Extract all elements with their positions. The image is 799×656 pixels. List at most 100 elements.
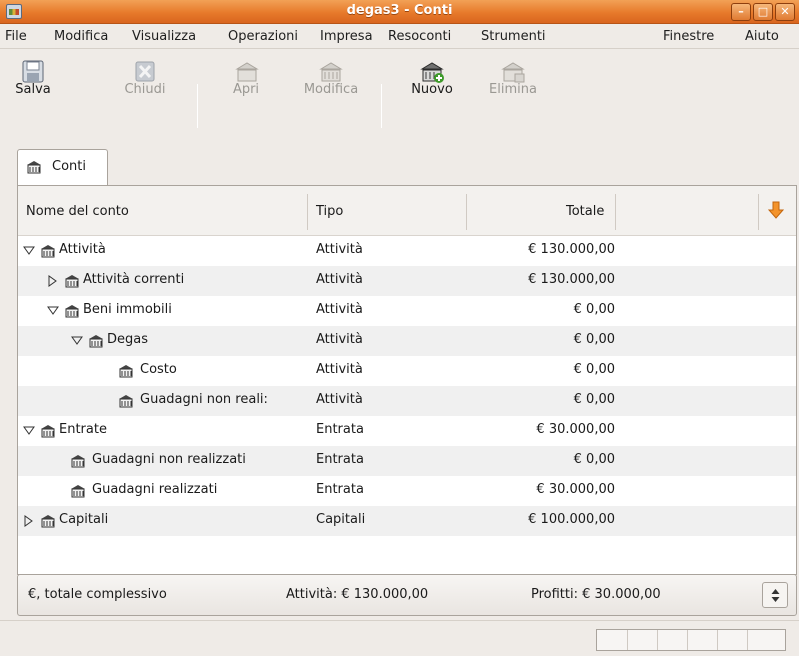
- account-name: Capitali: [59, 512, 109, 527]
- summary-assets: Attività: € 130.000,00: [286, 587, 429, 602]
- account-type: Entrata: [316, 452, 364, 467]
- menu-file[interactable]: File: [5, 29, 27, 44]
- account-icon: [89, 335, 103, 348]
- account-icon: [65, 305, 79, 318]
- account-total: € 100.000,00: [528, 512, 615, 527]
- account-type: Attività: [316, 272, 363, 287]
- account-total: € 130.000,00: [528, 242, 615, 257]
- account-name: Guadagni realizzati: [92, 482, 218, 497]
- account-icon: [65, 275, 79, 288]
- account-icon: [119, 395, 133, 408]
- account-icon: [71, 485, 85, 498]
- menu-resoconti[interactable]: Resoconti: [388, 29, 451, 44]
- minimize-button[interactable]: –: [731, 3, 751, 21]
- summary-currency-spinner[interactable]: [762, 582, 788, 608]
- accounts-tree[interactable]: Nome del conto Tipo Totale Attività Atti…: [17, 185, 797, 575]
- edit-button[interactable]: Modifica: [296, 62, 366, 97]
- column-header: Nome del conto Tipo Totale: [18, 186, 796, 236]
- column-separator[interactable]: [758, 194, 759, 230]
- summary-label: €, totale complessivo: [28, 587, 167, 602]
- save-button[interactable]: Salva: [7, 60, 59, 97]
- edit-account-icon: [319, 62, 343, 82]
- new-account-icon: [420, 62, 444, 83]
- open-label: Apri: [232, 82, 260, 97]
- tree-row[interactable]: Beni immobili Attività € 0,00: [18, 296, 796, 326]
- column-separator[interactable]: [307, 194, 308, 230]
- status-bar: [0, 620, 799, 656]
- menu-strumenti[interactable]: Strumenti: [481, 29, 546, 44]
- save-label: Salva: [15, 82, 51, 97]
- account-name: Costo: [140, 362, 177, 377]
- account-total: € 0,00: [573, 332, 615, 347]
- account-icon: [71, 455, 85, 468]
- account-type: Attività: [316, 362, 363, 377]
- account-icon: [41, 515, 55, 528]
- menu-visualizza[interactable]: Visualizza: [132, 29, 196, 44]
- account-type: Attività: [316, 242, 363, 257]
- column-total-header[interactable]: Totale: [566, 204, 604, 219]
- collapse-arrow-icon[interactable]: [47, 305, 59, 317]
- title-bar[interactable]: degas3 - Conti – □ ✕: [0, 0, 799, 24]
- account-total: € 0,00: [573, 392, 615, 407]
- close-window-button[interactable]: ✕: [775, 3, 795, 21]
- account-type: Attività: [316, 302, 363, 317]
- expand-arrow-icon[interactable]: [23, 515, 35, 527]
- account-name: Beni immobili: [83, 302, 172, 317]
- column-separator[interactable]: [615, 194, 616, 230]
- tree-row[interactable]: Degas Attività € 0,00: [18, 326, 796, 356]
- delete-account-button[interactable]: Elimina: [487, 62, 539, 97]
- menu-operazioni[interactable]: Operazioni: [228, 29, 298, 44]
- column-selector-arrow-icon[interactable]: [768, 201, 784, 219]
- open-account-icon: [235, 62, 259, 82]
- delete-account-label: Elimina: [489, 82, 537, 97]
- menu-finestre[interactable]: Finestre: [663, 29, 714, 44]
- collapse-arrow-icon[interactable]: [23, 425, 35, 437]
- summary-profits: Profitti: € 30.000,00: [531, 587, 661, 602]
- account-type: Entrata: [316, 422, 364, 437]
- account-icon: [41, 245, 55, 258]
- tree-row[interactable]: Attività Attività € 130.000,00: [18, 236, 796, 266]
- delete-account-icon: [501, 62, 525, 83]
- menu-aiuto[interactable]: Aiuto: [745, 29, 779, 44]
- up-down-arrows-icon: [771, 589, 780, 602]
- account-type: Attività: [316, 392, 363, 407]
- new-account-button[interactable]: Nuovo: [404, 62, 460, 97]
- tree-row[interactable]: Guadagni non reali: Attività € 0,00: [18, 386, 796, 416]
- collapse-arrow-icon[interactable]: [23, 245, 35, 257]
- account-icon: [41, 425, 55, 438]
- tree-row[interactable]: Capitali Capitali € 100.000,00: [18, 506, 796, 536]
- account-type: Entrata: [316, 482, 364, 497]
- account-total: € 0,00: [573, 452, 615, 467]
- column-separator[interactable]: [466, 194, 467, 230]
- account-name: Degas: [107, 332, 148, 347]
- column-name-header[interactable]: Nome del conto: [26, 204, 129, 219]
- maximize-button[interactable]: □: [753, 3, 773, 21]
- menu-modifica[interactable]: Modifica: [54, 29, 108, 44]
- tree-row[interactable]: Entrate Entrata € 30.000,00: [18, 416, 796, 446]
- menu-impresa[interactable]: Impresa: [320, 29, 373, 44]
- tab-accounts[interactable]: Conti: [17, 149, 108, 186]
- open-button[interactable]: Apri: [226, 62, 266, 97]
- tree-row[interactable]: Costo Attività € 0,00: [18, 356, 796, 386]
- account-name: Attività correnti: [83, 272, 185, 287]
- floppy-disk-icon: [22, 60, 44, 83]
- close-button[interactable]: Chiudi: [118, 61, 172, 97]
- bank-icon: [27, 161, 41, 174]
- toolbar: Salva Chiudi Apri Modifica Nuovo Elimina: [0, 50, 799, 145]
- account-total: € 0,00: [573, 362, 615, 377]
- account-type: Attività: [316, 332, 363, 347]
- window-title: degas3 - Conti: [346, 3, 453, 18]
- tree-row[interactable]: Guadagni non realizzati Entrata € 0,00: [18, 446, 796, 476]
- column-type-header[interactable]: Tipo: [316, 204, 343, 219]
- toolbar-separator: [197, 84, 198, 128]
- account-name: Attività: [59, 242, 106, 257]
- account-total: € 30.000,00: [536, 482, 615, 497]
- account-name: Guadagni non realizzati: [92, 452, 246, 467]
- tree-row[interactable]: Guadagni realizzati Entrata € 30.000,00: [18, 476, 796, 506]
- tree-row[interactable]: Attività correnti Attività € 130.000,00: [18, 266, 796, 296]
- collapse-arrow-icon[interactable]: [71, 335, 83, 347]
- account-total: € 30.000,00: [536, 422, 615, 437]
- summary-bar[interactable]: €, totale complessivo Attività: € 130.00…: [17, 574, 797, 616]
- expand-arrow-icon[interactable]: [47, 275, 59, 287]
- progress-bar: [596, 629, 786, 651]
